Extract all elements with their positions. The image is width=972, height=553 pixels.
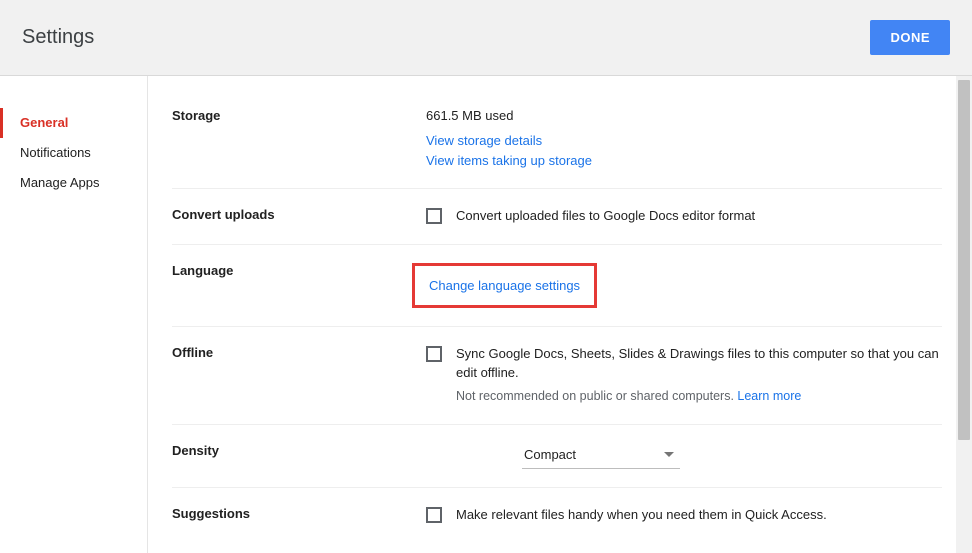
density-select[interactable]: Compact: [522, 443, 680, 469]
header: Settings DONE: [0, 0, 972, 76]
sidebar: General Notifications Manage Apps: [0, 76, 148, 553]
scrollbar-thumb[interactable]: [958, 80, 970, 440]
convert-checkbox-text: Convert uploaded files to Google Docs ed…: [456, 207, 755, 226]
suggestions-checkbox[interactable]: [426, 507, 442, 523]
offline-checkbox-text: Sync Google Docs, Sheets, Slides & Drawi…: [456, 345, 942, 383]
storage-used-text: 661.5 MB used: [426, 108, 942, 123]
row-convert: Convert uploads Convert uploaded files t…: [172, 189, 942, 245]
density-value: Compact: [524, 447, 576, 462]
offline-note: Not recommended on public or shared comp…: [456, 387, 942, 406]
sidebar-item-general[interactable]: General: [0, 108, 147, 138]
offline-note-text: Not recommended on public or shared comp…: [456, 389, 737, 403]
convert-checkbox[interactable]: [426, 208, 442, 224]
offline-label: Offline: [172, 345, 426, 405]
suggestions-label: Suggestions: [172, 506, 426, 525]
offline-checkbox[interactable]: [426, 346, 442, 362]
done-button[interactable]: DONE: [870, 20, 950, 55]
change-language-link[interactable]: Change language settings: [429, 276, 580, 296]
view-storage-details-link[interactable]: View storage details: [426, 131, 542, 151]
language-highlight-box: Change language settings: [412, 263, 597, 309]
storage-label: Storage: [172, 108, 426, 170]
view-items-storage-link[interactable]: View items taking up storage: [426, 151, 592, 171]
storage-body: 661.5 MB used View storage details View …: [426, 108, 942, 170]
convert-body: Convert uploaded files to Google Docs ed…: [426, 207, 942, 226]
row-suggestions: Suggestions Make relevant files handy wh…: [172, 488, 942, 543]
row-offline: Offline Sync Google Docs, Sheets, Slides…: [172, 327, 942, 424]
sidebar-item-manage-apps[interactable]: Manage Apps: [0, 168, 147, 198]
main: General Notifications Manage Apps Storag…: [0, 76, 972, 553]
sidebar-item-notifications[interactable]: Notifications: [0, 138, 147, 168]
suggestions-body: Make relevant files handy when you need …: [426, 506, 942, 525]
row-density: Density Compact: [172, 425, 942, 488]
density-label: Density: [172, 443, 426, 469]
language-body: Change language settings: [412, 263, 942, 309]
offline-body: Sync Google Docs, Sheets, Slides & Drawi…: [426, 345, 942, 405]
scrollbar[interactable]: [956, 76, 972, 553]
language-label: Language: [172, 263, 426, 309]
suggestions-checkbox-text: Make relevant files handy when you need …: [456, 506, 827, 525]
row-language: Language Change language settings: [172, 245, 942, 328]
page-title: Settings: [22, 26, 94, 49]
chevron-down-icon: [664, 452, 674, 457]
convert-label: Convert uploads: [172, 207, 426, 226]
row-storage: Storage 661.5 MB used View storage detai…: [172, 108, 942, 189]
offline-learn-more-link[interactable]: Learn more: [737, 387, 801, 406]
density-body: Compact: [426, 443, 942, 469]
content: Storage 661.5 MB used View storage detai…: [148, 76, 972, 553]
